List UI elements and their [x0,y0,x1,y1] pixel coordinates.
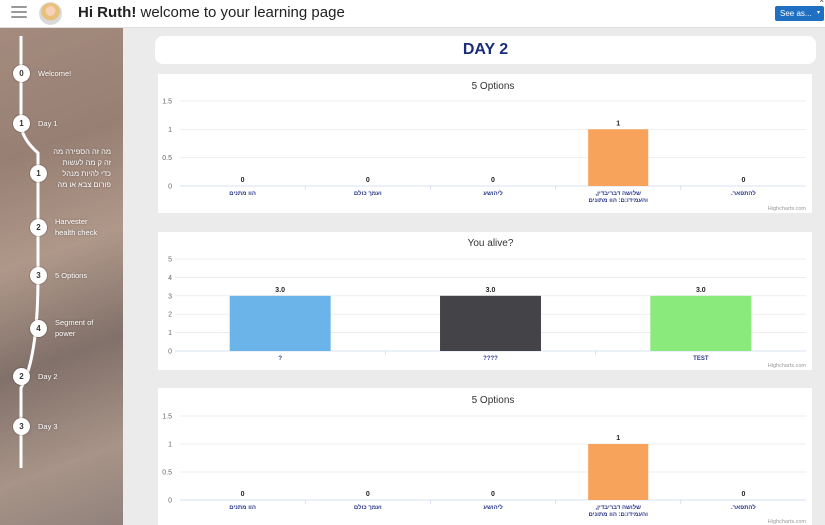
step-number: 3 [30,267,47,284]
chart-card-you-alive: You alive? 0 1 2 3 4 5 3.0? 3.0???? 3.0 TEST Highch… [158,232,812,370]
bar-chart-you-alive: You alive? 0 1 2 3 4 5 3.0? 3.0???? 3.0 TEST Highch… [168,238,807,369]
bar-chart-5-options-2: 5 Options 0 0.5 1 1.5 0 הוו מתנים 0 ועמך כולם 0 לי… [162,395,807,525]
data-label: 1 [616,435,620,442]
chart-credits-link[interactable]: Highcharts.com [768,519,807,525]
y-tick-label: 0 [168,349,172,356]
data-label: 0 [241,177,245,184]
data-label: 0 [366,491,370,498]
page-greeting: Hi Ruth! welcome to your learning page [78,4,345,21]
data-label: 3.0 [275,287,285,294]
data-label: 3.0 [486,287,496,294]
y-tick-label: 1 [168,330,172,337]
data-label: 3.0 [696,287,706,294]
see-as-dropdown[interactable]: See as... ▾ [775,6,824,21]
data-label: 0 [741,491,745,498]
step-label: Day 1 [38,119,58,128]
greeting-name: Hi Ruth! [78,4,137,21]
y-tick-label: 5 [168,257,172,264]
x-category-label: להתפאר. [731,503,756,511]
x-category-label: TEST [693,356,709,362]
y-tick-label: 4 [168,275,172,282]
x-category-label: ???? [483,356,498,362]
sidebar-step-harvester[interactable]: 2 Harvester health check [30,216,110,238]
bar[interactable] [440,295,541,351]
data-label: 0 [491,177,495,184]
y-tick-label: 1.5 [162,99,172,106]
bar[interactable] [229,295,331,351]
x-category-label: ? [278,356,282,362]
hamburger-menu-icon[interactable] [11,6,27,19]
x-category-label: ועמך כולם [354,503,382,511]
bar[interactable] [650,295,752,351]
sidebar-step-5-options[interactable]: 3 5 Options [30,267,87,284]
step-label: Day 2 [38,372,58,381]
step-number: 0 [13,65,30,82]
data-label: 0 [741,177,745,184]
y-tick-label: 0 [168,184,172,191]
data-label: 1 [616,120,620,127]
y-tick-label: 0.5 [162,155,172,162]
y-tick-label: 0 [168,498,172,505]
x-category-label: שלושה דבריבדין, והעמידו:ם: הוו מתונים [588,189,648,204]
chart-credits-link[interactable]: Highcharts.com [768,206,807,212]
chart-title: You alive? [468,238,514,249]
sidebar-step-welcome[interactable]: 0 Welcome! [13,65,71,82]
sidebar-step-hebrew-label[interactable]: מה זה הספירה מה זה ק מה לעשות כדי להיות … [51,146,111,190]
see-as-label: See as... [780,9,812,18]
data-label: 0 [241,491,245,498]
top-bar: Hi Ruth! welcome to your learning page S… [0,0,825,28]
sidebar-step-segment[interactable]: 4 Segment of power [30,317,110,339]
x-category-label: ליהושע [483,189,503,197]
chart-credits-link[interactable]: Highcharts.com [768,363,807,369]
sidebar-step-day-1[interactable]: 1 Day 1 [13,115,58,132]
sidebar-step-day-2[interactable]: 2 Day 2 [13,368,58,385]
data-label: 0 [491,491,495,498]
step-label: 5 Options [55,271,88,280]
step-label: Welcome! [38,69,72,78]
step-number: 4 [30,319,47,337]
close-icon[interactable]: × [819,0,824,5]
y-tick-label: 1 [168,127,172,134]
y-tick-label: 0.5 [162,470,172,477]
avatar[interactable] [39,2,62,25]
chart-card-5-options-2: 5 Options 0 0.5 1 1.5 0 הוו מתנים 0 ועמך כולם 0 לי… [158,388,812,525]
course-sidebar: 0 Welcome! 1 Day 1 1 מה זה הספירה מה זה … [0,28,123,525]
chevron-down-icon: ▾ [816,10,820,16]
step-number: 1 [30,165,47,182]
sidebar-step-hebrew[interactable]: 1 [30,165,47,182]
step-number: 2 [30,218,47,236]
x-category-label: שלושה דבריבדין, והעמידו:ם: הוו מתונים [588,503,648,518]
x-category-label: ליהושע [483,503,503,511]
chart-title: 5 Options [472,81,515,92]
y-tick-label: 3 [168,293,172,300]
x-category-label: להתפאר. [731,189,756,197]
greeting-text: welcome to your learning page [136,4,345,21]
step-number: 1 [13,115,30,132]
step-label: Day 3 [38,422,58,431]
day-title: DAY 2 [155,36,816,64]
bar-chart-5-options: 5 Options 0 0.5 1 1.5 0 הוו מתנים 0 ועמך כולם 0 לי… [162,81,807,212]
y-tick-label: 2 [168,312,172,319]
y-tick-label: 1 [168,442,172,449]
sidebar-step-day-3[interactable]: 3 Day 3 [13,418,58,435]
chart-card-5-options: 5 Options 0 0.5 1 1.5 0 הוו מתנים 0 ועמך כולם 0 לי… [158,74,812,213]
step-number: 3 [13,418,30,435]
step-label: Harvester health check [55,217,98,237]
x-category-label: הוו מתנים [229,505,256,511]
x-category-label: ועמך כולם [354,189,382,197]
chart-title: 5 Options [472,395,515,406]
data-label: 0 [366,177,370,184]
x-category-label: הוו מתנים [229,191,256,197]
y-tick-label: 1.5 [162,414,172,421]
bar[interactable] [588,129,649,186]
step-label: Segment of power [55,318,94,338]
bar[interactable] [588,444,649,500]
step-number: 2 [13,368,30,385]
